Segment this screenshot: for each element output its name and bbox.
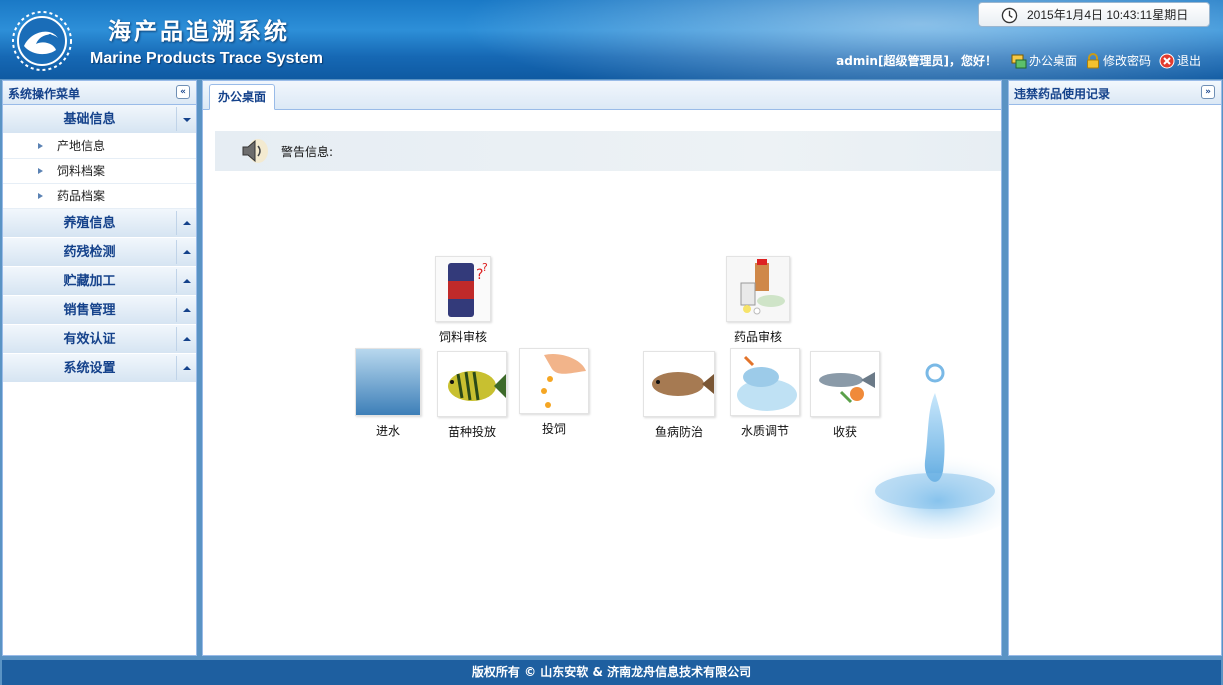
flow-label: 投饲 [541,422,566,436]
clock-display: 2015年1月4日 10:43:11星期日 [978,2,1210,27]
medicine-icon [726,256,790,322]
menu-item-label: 饲料档案 [57,164,106,178]
chevron-up-icon[interactable] [176,269,196,293]
chevron-up-icon[interactable] [176,327,196,351]
right-panel-header: 违禁药品使用记录 » [1009,81,1221,105]
alert-bar: 警告信息: [215,131,1001,171]
water-glass-icon [730,348,800,416]
desktop-link[interactable]: 办公桌面 [1011,52,1077,69]
logout-label: 退出 [1176,54,1201,68]
menu-section-label: 基础信息 [63,112,116,127]
app-title-cn: 海产品追溯系统 [108,18,290,45]
copyright-text: 版权所有 © 山东安软 & 济南龙舟信息技术有限公司 [471,665,752,679]
flow-feed-review[interactable]: ? ? 饲料审核 [435,256,491,345]
fish-icon [437,351,507,417]
close-icon [1159,53,1175,68]
user-bar: admin[超级管理员]，您好！ 办公桌面 修改密码 退出 [836,52,1201,69]
flow-label: 进水 [375,424,400,438]
menu-section-basic-info[interactable]: 基础信息 [3,105,196,134]
flow-label: 药品审核 [733,330,782,344]
menu-section-sales[interactable]: 销售管理 [3,296,196,325]
menu-section-label: 销售管理 [63,303,116,318]
right-panel-title: 违禁药品使用记录 [1014,87,1111,101]
desktop-link-label: 办公桌面 [1028,54,1077,68]
chevron-up-icon[interactable] [176,240,196,264]
menu-section-label: 系统设置 [63,361,116,376]
menu-section-certification[interactable]: 有效认证 [3,325,196,354]
feed-can-icon: ? ? [435,256,491,322]
menu-section-label: 药残检测 [63,245,116,260]
left-panel-title: 系统操作菜单 [8,87,81,101]
menu-section-breeding-info[interactable]: 养殖信息 [3,209,196,238]
footer: 版权所有 © 山东安软 & 济南龙舟信息技术有限公司 [2,660,1221,685]
collapse-right-icon[interactable]: » [1201,85,1215,99]
tab-bar: 办公桌面 [203,81,1001,110]
carp-icon [643,351,715,417]
harvest-fish-icon [810,351,880,417]
tab-desktop[interactable]: 办公桌面 [209,84,276,110]
menu-item-label: 药品档案 [57,189,106,203]
logo-icon [12,11,72,71]
flow-fry-release[interactable]: 苗种投放 [437,351,507,440]
desktop-icon [1011,54,1027,68]
main-content: 办公桌面 警告信息: ? ? 饲料审核 药品审核 进水 苗种投放 投饲 鱼病防治… [202,80,1002,656]
collapse-left-icon[interactable]: « [176,85,190,99]
menu-section-label: 有效认证 [63,332,116,347]
menu-section-label: 养殖信息 [63,216,116,231]
header: 海产品追溯系统 Marine Products Trace System 201… [0,0,1223,79]
water-icon [355,348,421,416]
menu-section-storage-processing[interactable]: 贮藏加工 [3,267,196,296]
lock-icon [1086,52,1099,68]
flow-label: 饲料审核 [438,330,487,344]
left-panel-header: 系统操作菜单 « [3,81,196,105]
logout-link[interactable]: 退出 [1159,52,1201,69]
menu-section-system-settings[interactable]: 系统设置 [3,354,196,383]
flow-water-in[interactable]: 进水 [355,348,421,439]
speaker-icon [242,139,268,163]
alert-label: 警告信息: [281,144,334,159]
left-menu-panel: 系统操作菜单 « 基础信息 产地信息 饲料档案 药品档案 养殖信息 药残检测 贮… [2,80,197,656]
flow-water-quality[interactable]: 水质调节 [730,348,800,439]
chevron-up-icon[interactable] [176,298,196,322]
clock-icon [1001,7,1018,24]
flow-label: 鱼病防治 [654,425,703,439]
flow-drug-review[interactable]: 药品审核 [726,256,790,345]
menu-item-drug-archive[interactable]: 药品档案 [3,184,196,209]
menu-section-residue-test[interactable]: 药残检测 [3,238,196,267]
flow-label: 苗种投放 [447,425,496,439]
change-password-label: 修改密码 [1102,54,1151,68]
menu-item-origin-info[interactable]: 产地信息 [3,134,196,159]
datetime-text: 2015年1月4日 10:43:11星期日 [1027,8,1189,22]
menu-section-label: 贮藏加工 [63,274,116,289]
flow-label: 水质调节 [740,424,789,438]
flow-label: 收获 [832,425,857,439]
flow-feeding[interactable]: 投饲 [519,348,589,437]
change-password-link[interactable]: 修改密码 [1085,52,1151,69]
flow-harvest[interactable]: 收获 [810,351,880,440]
app-title-en: Marine Products Trace System [90,50,323,67]
hand-feed-icon [519,348,589,414]
right-panel: 违禁药品使用记录 » [1008,80,1222,656]
menu-item-feed-archive[interactable]: 饲料档案 [3,159,196,184]
chevron-up-icon[interactable] [176,211,196,235]
svg-text:?: ? [482,261,488,274]
chevron-down-icon[interactable] [176,107,196,131]
chevron-up-icon[interactable] [176,356,196,380]
flow-disease-control[interactable]: 鱼病防治 [643,351,715,440]
user-greeting: admin[超级管理员]，您好！ [836,54,997,68]
menu-item-label: 产地信息 [57,139,106,153]
